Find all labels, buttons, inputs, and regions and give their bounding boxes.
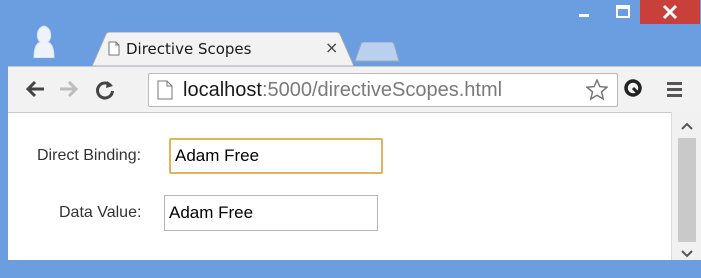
back-arrow-icon[interactable] <box>24 79 46 104</box>
direct-binding-input[interactable] <box>169 138 383 174</box>
scroll-up-arrow-icon[interactable] <box>680 118 694 136</box>
profile-avatar-icon[interactable] <box>30 22 58 59</box>
browser-window: Directive Scopes × localhost:5000/direct… <box>0 0 701 278</box>
star-icon[interactable] <box>585 78 609 106</box>
forward-arrow-icon[interactable] <box>58 79 80 104</box>
data-value-input[interactable] <box>164 195 378 231</box>
vertical-scrollbar[interactable] <box>671 112 701 262</box>
address-bar[interactable]: localhost:5000/directiveScopes.html <box>148 73 618 107</box>
page-icon <box>157 80 173 105</box>
minimize-button[interactable] <box>566 0 602 24</box>
extension-icon[interactable] <box>623 78 643 103</box>
url-text: localhost:5000/directiveScopes.html <box>183 79 503 101</box>
hamburger-menu-icon[interactable] <box>666 80 684 103</box>
reload-icon[interactable] <box>94 79 116 106</box>
tab-title: Directive Scopes <box>126 40 252 58</box>
scrollbar-thumb[interactable] <box>678 138 696 242</box>
data-value-label: Data Value: <box>59 204 142 221</box>
new-tab-button[interactable] <box>353 41 401 67</box>
tab-close-button[interactable]: × <box>325 38 338 57</box>
close-window-button[interactable] <box>640 0 700 24</box>
maximize-button[interactable] <box>605 0 641 24</box>
direct-binding-label: Direct Binding: <box>37 147 142 164</box>
browser-toolbar: localhost:5000/directiveScopes.html <box>8 66 701 113</box>
page-content: Direct Binding: Data Value: <box>8 112 671 261</box>
page-favicon-icon <box>108 41 120 61</box>
window-bottom-border <box>0 260 701 278</box>
